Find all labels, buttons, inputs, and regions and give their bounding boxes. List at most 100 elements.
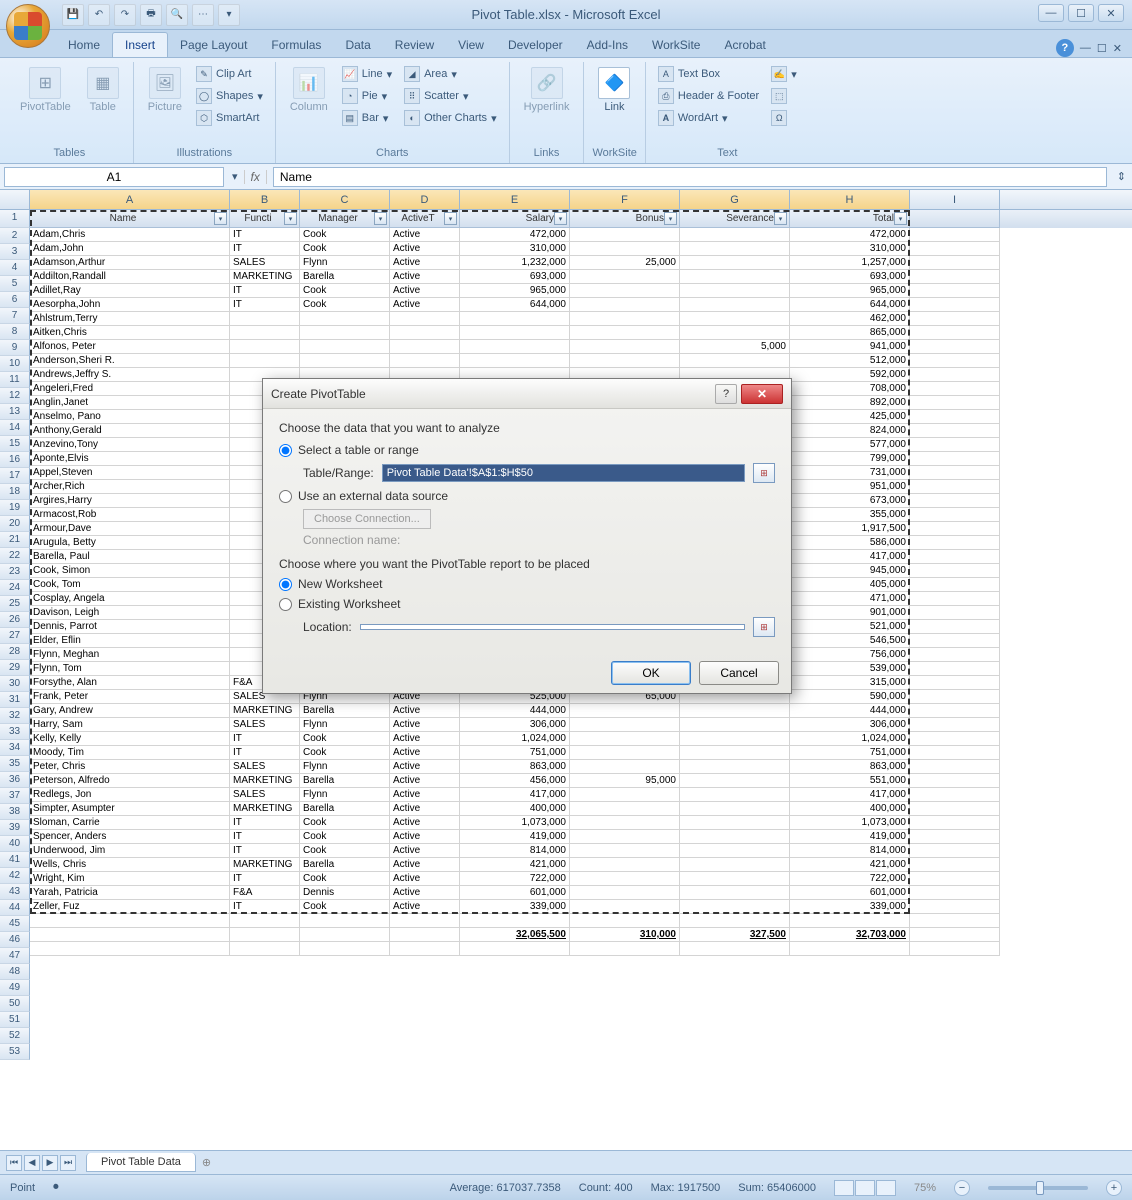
qat-more[interactable]: ⋯ — [192, 4, 214, 26]
rownum-17[interactable]: 17 — [0, 468, 30, 484]
cell[interactable] — [910, 284, 1000, 298]
qat-dropdown[interactable]: ▾ — [218, 4, 240, 26]
colhead-f[interactable]: F — [570, 190, 680, 209]
cell[interactable]: Cook — [300, 746, 390, 760]
cell[interactable]: Anthony,Gerald — [30, 424, 230, 438]
cell[interactable] — [910, 648, 1000, 662]
rownum-19[interactable]: 19 — [0, 500, 30, 516]
cell[interactable]: 25,000 — [570, 256, 680, 270]
cell[interactable]: 814,000 — [790, 844, 910, 858]
cell[interactable]: Adam,John — [30, 242, 230, 256]
select-all-corner[interactable] — [0, 190, 30, 209]
cell[interactable]: 405,000 — [790, 578, 910, 592]
bar-chart-button[interactable]: ▤Bar ▾ — [338, 108, 396, 128]
cell[interactable]: F&A — [230, 886, 300, 900]
rownum-13[interactable]: 13 — [0, 404, 30, 420]
cell[interactable] — [910, 662, 1000, 676]
cell[interactable]: 456,000 — [460, 774, 570, 788]
cell[interactable]: Aponte,Elvis — [30, 452, 230, 466]
cell[interactable]: Active — [390, 732, 460, 746]
cell[interactable]: Active — [390, 788, 460, 802]
cell[interactable]: Davison, Leigh — [30, 606, 230, 620]
cell[interactable] — [570, 298, 680, 312]
cell[interactable]: Active — [390, 886, 460, 900]
cell[interactable] — [570, 844, 680, 858]
cell[interactable]: Adam,Chris — [30, 228, 230, 242]
rownum-40[interactable]: 40 — [0, 836, 30, 852]
cell[interactable]: Active — [390, 844, 460, 858]
rownum-22[interactable]: 22 — [0, 548, 30, 564]
tab-formulas[interactable]: Formulas — [259, 33, 333, 57]
tab-home[interactable]: Home — [56, 33, 112, 57]
cell[interactable] — [680, 354, 790, 368]
other-charts-button[interactable]: ◐Other Charts ▾ — [400, 108, 501, 128]
rownum-52[interactable]: 52 — [0, 1028, 30, 1044]
hyperlink-button[interactable]: 🔗Hyperlink — [518, 64, 576, 116]
macro-record-icon[interactable]: ⏺ — [53, 1181, 59, 1194]
rownum-14[interactable]: 14 — [0, 420, 30, 436]
cell[interactable]: 863,000 — [790, 760, 910, 774]
tab-developer[interactable]: Developer — [496, 33, 575, 57]
cell[interactable]: Cook — [300, 816, 390, 830]
cell[interactable] — [570, 270, 680, 284]
cell[interactable] — [570, 718, 680, 732]
filter-activet[interactable]: ▾ — [444, 212, 457, 225]
cell[interactable] — [570, 816, 680, 830]
pie-chart-button[interactable]: ◔Pie ▾ — [338, 86, 396, 106]
view-pagelayout[interactable] — [855, 1180, 875, 1196]
cell[interactable]: Cook — [300, 844, 390, 858]
cell[interactable]: 339,000 — [460, 900, 570, 914]
radio-existing-worksheet[interactable]: Existing Worksheet — [279, 597, 775, 611]
cell[interactable] — [230, 354, 300, 368]
rownum-42[interactable]: 42 — [0, 868, 30, 884]
cell[interactable]: 965,000 — [790, 284, 910, 298]
cell[interactable] — [910, 704, 1000, 718]
cell[interactable] — [570, 802, 680, 816]
cell[interactable]: 863,000 — [460, 760, 570, 774]
cell[interactable]: 722,000 — [790, 872, 910, 886]
rownum-9[interactable]: 9 — [0, 340, 30, 356]
cell[interactable]: MARKETING — [230, 774, 300, 788]
colhead-g[interactable]: G — [680, 190, 790, 209]
cell[interactable]: 551,000 — [790, 774, 910, 788]
cell[interactable] — [390, 326, 460, 340]
cell[interactable]: Anselmo, Pano — [30, 410, 230, 424]
zoom-thumb[interactable] — [1036, 1181, 1044, 1195]
cell[interactable] — [910, 438, 1000, 452]
cell[interactable]: Cook, Simon — [30, 564, 230, 578]
cell[interactable] — [910, 522, 1000, 536]
rownum-38[interactable]: 38 — [0, 804, 30, 820]
radio-select-range[interactable]: Select a table or range — [279, 443, 775, 457]
cell[interactable] — [680, 746, 790, 760]
qat-undo[interactable]: ↶ — [88, 4, 110, 26]
cell[interactable]: 315,000 — [790, 676, 910, 690]
worksite-link-button[interactable]: 🔷Link — [592, 64, 636, 116]
cell[interactable]: Cook — [300, 228, 390, 242]
cell[interactable] — [680, 256, 790, 270]
radio-external-input[interactable] — [279, 490, 292, 503]
cell[interactable] — [910, 354, 1000, 368]
cell[interactable]: Armacost,Rob — [30, 508, 230, 522]
rownum-44[interactable]: 44 — [0, 900, 30, 916]
cell[interactable]: MARKETING — [230, 858, 300, 872]
cell[interactable] — [680, 844, 790, 858]
rownum-28[interactable]: 28 — [0, 644, 30, 660]
cell[interactable] — [680, 858, 790, 872]
cell[interactable] — [910, 634, 1000, 648]
cell[interactable]: Active — [390, 704, 460, 718]
cancel-button[interactable]: Cancel — [699, 661, 779, 685]
cell[interactable]: 865,000 — [790, 326, 910, 340]
cell[interactable]: IT — [230, 844, 300, 858]
cell[interactable] — [570, 228, 680, 242]
rownum-41[interactable]: 41 — [0, 852, 30, 868]
cell[interactable]: 1,257,000 — [790, 256, 910, 270]
cell[interactable] — [570, 886, 680, 900]
cell[interactable]: Forsythe, Alan — [30, 676, 230, 690]
cell[interactable]: 601,000 — [460, 886, 570, 900]
cell[interactable] — [680, 270, 790, 284]
cell[interactable]: 417,000 — [790, 550, 910, 564]
cell[interactable]: Flynn — [300, 256, 390, 270]
cell[interactable]: 306,000 — [790, 718, 910, 732]
cell[interactable] — [910, 494, 1000, 508]
cell[interactable]: Active — [390, 718, 460, 732]
